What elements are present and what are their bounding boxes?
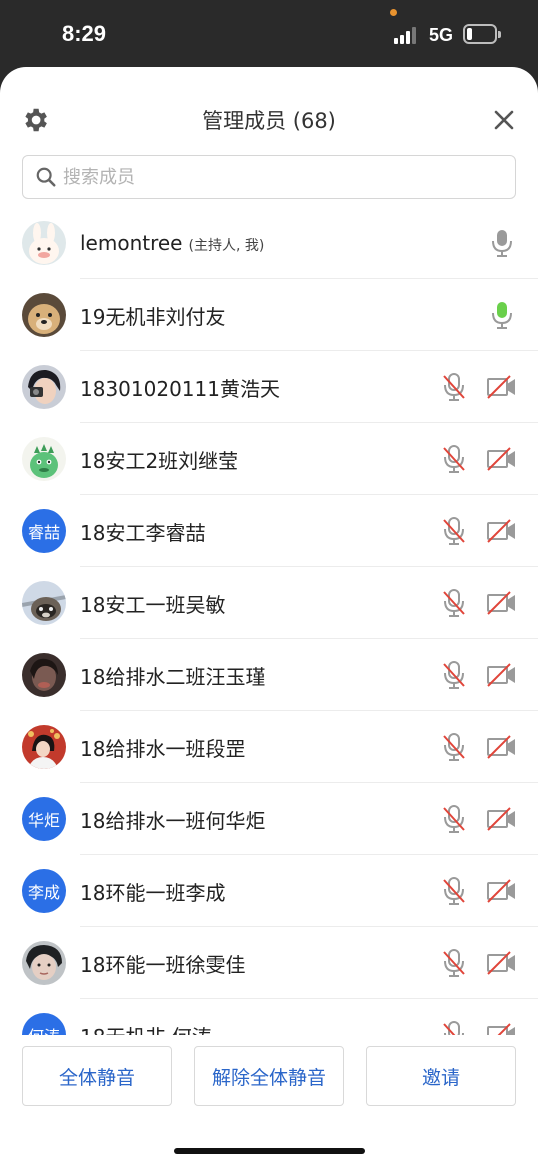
avatar <box>22 725 66 769</box>
member-name-text: 18301020111黄浩天 <box>80 376 280 401</box>
mic-muted-icon[interactable] <box>440 1020 468 1035</box>
member-name: 18安工一班吴敏 <box>80 589 225 618</box>
mute-all-button[interactable]: 全体静音 <box>22 1046 172 1106</box>
member-row[interactable]: 19无机非刘付友 <box>0 279 538 351</box>
status-time: 8:29 <box>62 21 107 46</box>
member-name: 18给排水一班段罡 <box>80 733 245 762</box>
avatar: 华炬 <box>22 797 66 841</box>
avatar: 何涛 <box>22 1013 66 1035</box>
signal-icon <box>394 26 420 44</box>
camera-off-icon[interactable] <box>486 1021 518 1035</box>
mic-muted-icon[interactable] <box>440 444 468 474</box>
mic-muted-icon[interactable] <box>440 588 468 618</box>
manage-members-sheet: 管理成员 (68) lemontree (主持人, 我) 19无机非刘付友 18301… <box>0 67 538 1165</box>
member-name-text: 18安工李睿喆 <box>80 520 206 545</box>
member-name: 18环能一班徐雯佳 <box>80 949 245 978</box>
member-name: 19无机非刘付友 <box>80 301 225 330</box>
member-name-text: 18给排水二班汪玉瑾 <box>80 664 266 689</box>
search-box <box>22 155 516 199</box>
member-list[interactable]: lemontree (主持人, 我) 19无机非刘付友 18301020111黄浩天 1… <box>0 207 538 1035</box>
avatar: 睿喆 <box>22 509 66 553</box>
member-row[interactable]: 何涛 18无机非 何涛 <box>0 999 538 1035</box>
member-row[interactable]: 李成 18环能一班李成 <box>0 855 538 927</box>
camera-off-icon[interactable] <box>486 373 518 401</box>
mic-icon[interactable] <box>488 228 516 258</box>
camera-off-icon[interactable] <box>486 661 518 689</box>
avatar <box>22 365 66 409</box>
invite-button[interactable]: 邀请 <box>366 1046 516 1106</box>
member-name: 18安工2班刘继莹 <box>80 445 238 474</box>
avatar <box>22 581 66 625</box>
member-row[interactable]: 华炬 18给排水一班何华炬 <box>0 783 538 855</box>
mic-muted-icon[interactable] <box>440 948 468 978</box>
member-name-text: 18安工一班吴敏 <box>80 592 226 617</box>
member-name-text: 18给排水一班何华炬 <box>80 808 266 833</box>
mic-muted-icon[interactable] <box>440 732 468 762</box>
footer-actions: 全体静音 解除全体静音 邀请 <box>0 1035 538 1165</box>
member-name-text: 18给排水一班段罡 <box>80 736 246 761</box>
camera-off-icon[interactable] <box>486 445 518 473</box>
member-name-text: 19无机非刘付友 <box>80 304 226 329</box>
camera-off-icon[interactable] <box>486 877 518 905</box>
status-bar: 8:29 5G <box>0 0 538 67</box>
member-name-text: 18无机非 何涛 <box>80 1025 212 1036</box>
network-type: 5G <box>429 25 454 45</box>
avatar <box>22 221 66 265</box>
member-row[interactable]: 18给排水一班段罡 <box>0 711 538 783</box>
mic-icon[interactable] <box>488 300 516 330</box>
camera-off-icon[interactable] <box>486 733 518 761</box>
member-row[interactable]: 睿喆 18安工李睿喆 <box>0 495 538 567</box>
member-name-text: 18环能一班李成 <box>80 880 226 905</box>
avatar <box>22 653 66 697</box>
member-name: 18环能一班李成 <box>80 877 225 906</box>
member-row[interactable]: lemontree (主持人, 我) <box>0 207 538 279</box>
camera-off-icon[interactable] <box>486 805 518 833</box>
mic-muted-icon[interactable] <box>440 804 468 834</box>
member-name-text: 18安工2班刘继莹 <box>80 448 239 473</box>
avatar <box>22 941 66 985</box>
member-name: 18给排水一班何华炬 <box>80 805 265 834</box>
member-row[interactable]: 18环能一班徐雯佳 <box>0 927 538 999</box>
camera-off-icon[interactable] <box>486 949 518 977</box>
avatar: 李成 <box>22 869 66 913</box>
mic-muted-icon[interactable] <box>440 876 468 906</box>
member-role-tag: (主持人, 我) <box>188 238 265 254</box>
avatar <box>22 293 66 337</box>
mic-muted-icon[interactable] <box>440 516 468 546</box>
home-indicator <box>174 1148 365 1154</box>
member-name-text: 18环能一班徐雯佳 <box>80 952 246 977</box>
member-name: lemontree (主持人, 我) <box>80 231 264 255</box>
close-icon[interactable] <box>490 106 518 134</box>
member-name: 18301020111黄浩天 <box>80 373 280 402</box>
privacy-indicator-dot <box>390 9 397 16</box>
camera-off-icon[interactable] <box>486 517 518 545</box>
camera-off-icon[interactable] <box>486 589 518 617</box>
search-input[interactable] <box>63 166 463 188</box>
member-row[interactable]: 18安工2班刘继莹 <box>0 423 538 495</box>
unmute-all-button[interactable]: 解除全体静音 <box>194 1046 344 1106</box>
member-row[interactable]: 18给排水二班汪玉瑾 <box>0 639 538 711</box>
page-title: 管理成员 (68) <box>202 109 336 133</box>
member-name: 18安工李睿喆 <box>80 517 205 546</box>
mic-muted-icon[interactable] <box>440 660 468 690</box>
member-name-text: lemontree <box>80 231 183 255</box>
member-row[interactable]: 18安工一班吴敏 <box>0 567 538 639</box>
sheet-header: 管理成员 (68) <box>0 67 538 155</box>
search-icon <box>36 167 56 187</box>
battery-icon <box>463 24 501 44</box>
member-row[interactable]: 18301020111黄浩天 <box>0 351 538 423</box>
mic-muted-icon[interactable] <box>440 372 468 402</box>
member-name: 18无机非 何涛 <box>80 1021 212 1036</box>
avatar <box>22 437 66 481</box>
member-name: 18给排水二班汪玉瑾 <box>80 661 265 690</box>
